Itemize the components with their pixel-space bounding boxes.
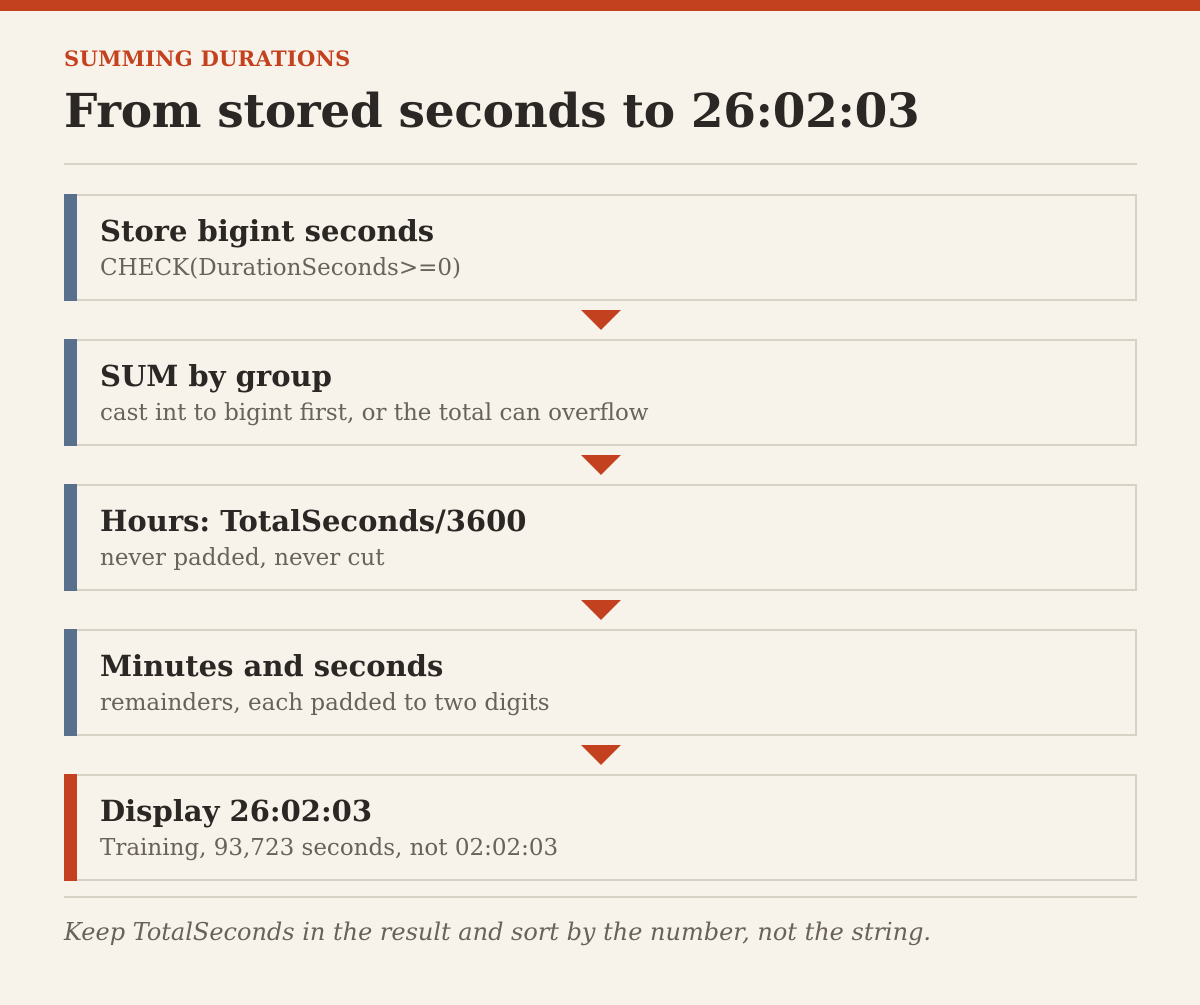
step-description: cast int to bigint first, or the total c… — [100, 400, 649, 426]
step-label: Hours: TotalSeconds/3600 — [100, 504, 527, 538]
top-accent-bar — [0, 0, 1200, 11]
step-description: remainders, each padded to two digits — [100, 690, 550, 716]
flow-step-display: Display 26:02:03 Training, 93,723 second… — [64, 774, 1137, 881]
step-description: never padded, never cut — [100, 545, 385, 571]
step-accent-bar — [64, 629, 77, 736]
down-arrow-icon — [581, 310, 621, 330]
step-description: CHECK(DurationSeconds>=0) — [100, 255, 462, 281]
step-accent-bar — [64, 194, 77, 301]
flow-step-store: Store bigint seconds CHECK(DurationSecon… — [64, 194, 1137, 301]
step-description: Training, 93,723 seconds, not 02:02:03 — [100, 835, 559, 861]
step-label: SUM by group — [100, 359, 332, 393]
flow-step-hours: Hours: TotalSeconds/3600 never padded, n… — [64, 484, 1137, 591]
step-accent-bar — [64, 339, 77, 446]
footnote: Keep TotalSeconds in the result and sort… — [64, 918, 932, 946]
step-label: Store bigint seconds — [100, 214, 435, 248]
bottom-divider — [64, 896, 1137, 898]
step-label: Minutes and seconds — [100, 649, 444, 683]
flow-step-minutes-seconds: Minutes and seconds remainders, each pad… — [64, 629, 1137, 736]
page-title: From stored seconds to 26:02:03 — [64, 84, 920, 139]
top-divider — [64, 163, 1137, 165]
flow-step-sum: SUM by group cast int to bigint first, o… — [64, 339, 1137, 446]
step-accent-bar — [64, 774, 77, 881]
down-arrow-icon — [581, 600, 621, 620]
section-eyebrow: SUMMING DURATIONS — [64, 46, 351, 71]
down-arrow-icon — [581, 455, 621, 475]
step-label: Display 26:02:03 — [100, 794, 373, 828]
step-accent-bar — [64, 484, 77, 591]
down-arrow-icon — [581, 745, 621, 765]
